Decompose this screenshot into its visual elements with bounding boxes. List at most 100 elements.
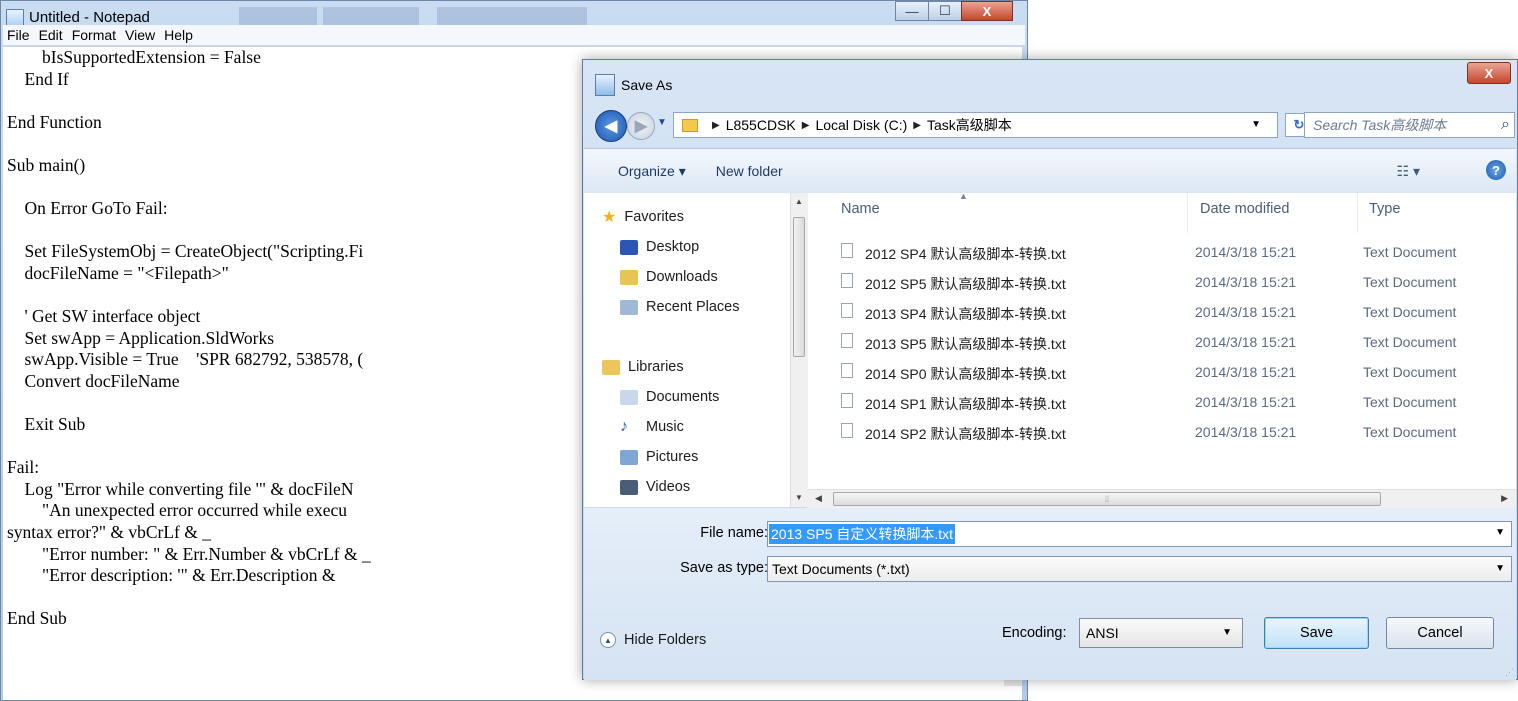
file-type: Text Document (1363, 244, 1457, 260)
encoding-dropdown-icon[interactable]: ▼ (1222, 619, 1232, 647)
save-as-type-dropdown-icon[interactable]: ▼ (1495, 557, 1505, 581)
breadcrumb-drive[interactable]: Local Disk (C:) (815, 117, 907, 133)
nav-favorites-label: Favorites (624, 209, 684, 225)
file-date: 2014/3/18 15:21 (1195, 394, 1297, 410)
new-folder-button[interactable]: New folder (716, 163, 783, 179)
recent-locations-chevron-icon[interactable]: ▼ (657, 117, 667, 128)
scroll-down-icon[interactable]: ▼ (795, 493, 803, 502)
star-icon: ★ (602, 209, 617, 226)
dialog-titlebar[interactable]: Save As (595, 70, 672, 100)
text-file-icon (841, 393, 853, 408)
file-name-input[interactable]: 2013 SP5 自定义转换脚本.txt ▼ (767, 521, 1512, 547)
nav-documents[interactable]: Documents (620, 385, 719, 409)
menu-format[interactable]: Format (72, 27, 116, 43)
chevron-right-icon[interactable]: ▶ (913, 120, 921, 131)
resize-grip-icon[interactable]: ⋰ (1505, 667, 1514, 678)
chevron-right-icon[interactable]: ▶ (802, 120, 810, 131)
menu-help[interactable]: Help (164, 27, 193, 43)
address-bar[interactable]: ▶ L855CDSK ▶ Local Disk (C:) ▶ Task高级脚本 … (673, 112, 1278, 138)
breadcrumb-folder[interactable]: Task高级脚本 (927, 115, 1012, 135)
nav-pictures[interactable]: Pictures (620, 445, 698, 469)
close-button[interactable]: X (961, 1, 1013, 21)
encoding-label: Encoding: (1002, 625, 1067, 641)
cancel-button[interactable]: Cancel (1386, 617, 1494, 649)
column-separator[interactable] (1357, 193, 1358, 233)
back-arrow-icon[interactable]: ◀ (595, 110, 627, 142)
notepad-icon (595, 74, 615, 96)
notepad-menubar: File Edit Format View Help (3, 25, 1025, 45)
search-icon[interactable]: ⌕ (1501, 113, 1510, 137)
search-input[interactable]: Search Task高级脚本 ⌕ (1304, 112, 1515, 138)
navigation-bar: ◀ ▶ ▼ ▶ L855CDSK ▶ Local Disk (C:) ▶ Tas… (593, 109, 1515, 142)
encoding-select[interactable]: ANSI ▼ (1079, 618, 1243, 648)
file-list-hscrollbar[interactable]: ◀ ⦙⦙ ▶ (807, 489, 1516, 508)
scroll-left-icon[interactable]: ◀ (815, 493, 822, 504)
column-date-header[interactable]: Date modified (1200, 201, 1289, 217)
file-date: 2014/3/18 15:21 (1195, 364, 1297, 380)
column-type-header[interactable]: Type (1369, 201, 1400, 217)
hide-folders-toggle[interactable]: ▲ Hide Folders (600, 632, 706, 648)
nav-documents-label: Documents (646, 389, 720, 405)
menu-view[interactable]: View (125, 27, 155, 43)
dialog-close-button[interactable]: X (1467, 62, 1511, 84)
breadcrumb-computer[interactable]: L855CDSK (726, 117, 796, 133)
file-row[interactable]: 2012 SP4 默认高级脚本-转换.txt 2014/3/18 15:21 T… (831, 237, 1516, 267)
text-file-icon (841, 303, 853, 318)
navigation-scrollbar[interactable]: ▲ ▼ (790, 193, 808, 507)
view-options-icon[interactable]: ☷ ▾ (1397, 163, 1420, 180)
organize-button[interactable]: Organize ▾ (618, 163, 686, 180)
search-placeholder: Search Task高级脚本 (1313, 117, 1447, 133)
menu-edit[interactable]: Edit (39, 27, 63, 43)
file-row[interactable]: 2014 SP2 默认高级脚本-转换.txt 2014/3/18 15:21 T… (831, 417, 1516, 447)
dialog-toolbar: Organize ▾ New folder ☷ ▾ ? (584, 148, 1516, 194)
save-as-type-select[interactable]: Text Documents (*.txt) ▼ (767, 556, 1512, 582)
forward-arrow-icon[interactable]: ▶ (627, 112, 655, 140)
notepad-caption-buttons: — ☐ X (895, 1, 1013, 23)
scroll-right-icon[interactable]: ▶ (1501, 493, 1508, 504)
column-separator[interactable] (1187, 193, 1188, 233)
file-name: 2013 SP5 默认高级脚本-转换.txt (865, 336, 1066, 352)
text-file-icon (841, 243, 853, 258)
libraries-icon (602, 359, 620, 375)
file-name-dropdown-icon[interactable]: ▼ (1495, 527, 1505, 538)
column-name-header[interactable]: Name (841, 201, 880, 217)
file-name: 2014 SP2 默认高级脚本-转换.txt (865, 426, 1066, 442)
file-type: Text Document (1363, 364, 1457, 380)
address-dropdown-icon[interactable]: ▼ (1251, 119, 1261, 130)
nav-downloads[interactable]: Downloads (620, 265, 718, 289)
text-file-icon (841, 333, 853, 348)
file-name: 2012 SP4 默认高级脚本-转换.txt (865, 246, 1066, 262)
maximize-button[interactable]: ☐ (928, 1, 962, 21)
nav-recent-places[interactable]: Recent Places (620, 295, 740, 319)
dialog-lower-panel: File name: 2013 SP5 自定义转换脚本.txt ▼ Save a… (584, 508, 1516, 680)
file-row[interactable]: 2014 SP0 默认高级脚本-转换.txt 2014/3/18 15:21 T… (831, 357, 1516, 387)
nav-music[interactable]: ♪ Music (620, 415, 684, 439)
file-type: Text Document (1363, 304, 1457, 320)
music-icon: ♪ (620, 418, 628, 435)
navigation-scroll-thumb[interactable] (793, 217, 805, 357)
file-type: Text Document (1363, 394, 1457, 410)
file-row[interactable]: 2014 SP1 默认高级脚本-转换.txt 2014/3/18 15:21 T… (831, 387, 1516, 417)
file-row[interactable]: 2013 SP5 默认高级脚本-转换.txt 2014/3/18 15:21 T… (831, 327, 1516, 357)
nav-desktop[interactable]: Desktop (620, 235, 699, 259)
help-icon[interactable]: ? (1486, 160, 1506, 180)
menu-file[interactable]: File (7, 27, 30, 43)
nav-desktop-label: Desktop (646, 239, 700, 255)
file-type: Text Document (1363, 274, 1457, 290)
save-button[interactable]: Save (1264, 617, 1369, 649)
chevron-right-icon[interactable]: ▶ (712, 120, 720, 131)
pictures-icon (620, 449, 638, 465)
nav-libraries[interactable]: Libraries (602, 355, 684, 379)
nav-favorites[interactable]: ★ Favorites (602, 205, 684, 229)
scroll-up-icon[interactable]: ▲ (795, 197, 803, 206)
file-row[interactable]: 2012 SP5 默认高级脚本-转换.txt 2014/3/18 15:21 T… (831, 267, 1516, 297)
save-as-type-label: Save as type: (680, 560, 768, 576)
minimize-button[interactable]: — (895, 1, 929, 21)
nav-videos[interactable]: Videos (620, 475, 690, 499)
file-row[interactable]: 2013 SP4 默认高级脚本-转换.txt 2014/3/18 15:21 T… (831, 297, 1516, 327)
file-date: 2014/3/18 15:21 (1195, 244, 1297, 260)
hscroll-thumb[interactable]: ⦙⦙ (833, 492, 1381, 506)
nav-videos-label: Videos (646, 479, 691, 495)
file-type: Text Document (1363, 334, 1457, 350)
file-name: 2014 SP1 默认高级脚本-转换.txt (865, 396, 1066, 412)
